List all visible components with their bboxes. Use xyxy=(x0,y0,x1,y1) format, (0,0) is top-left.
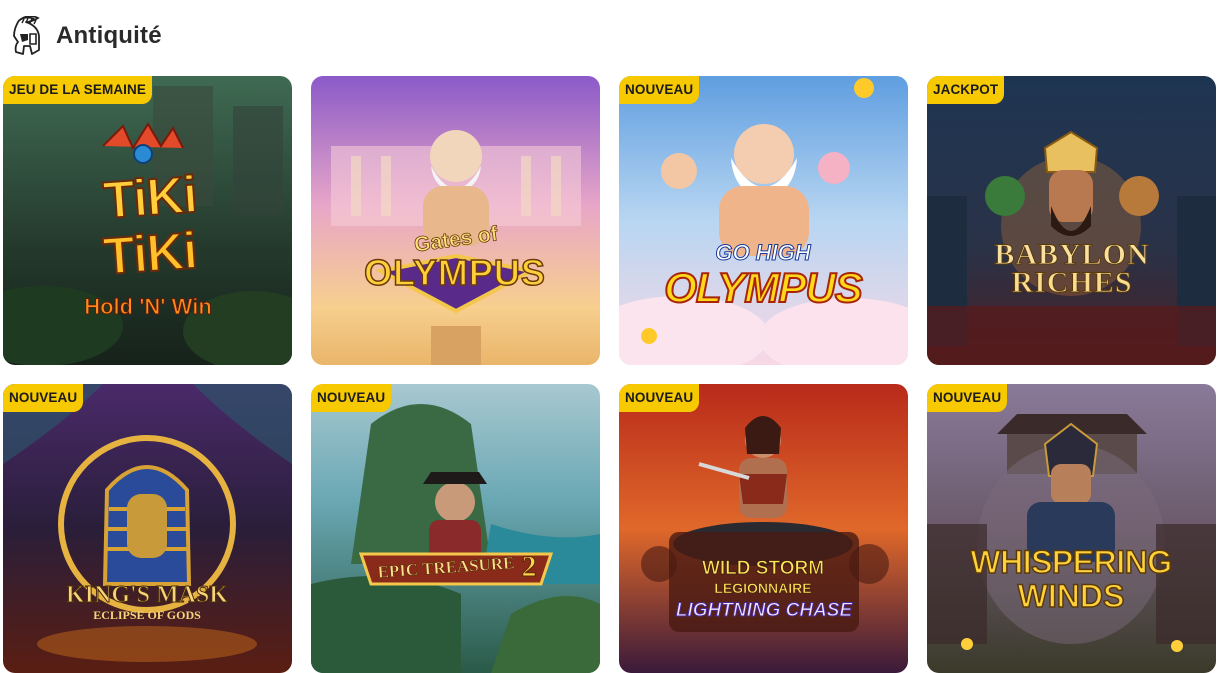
game-card-whispering-winds[interactable]: WHISPERING WINDS NOUVEAU xyxy=(927,384,1216,673)
game-badge: NOUVEAU xyxy=(3,384,84,412)
game-artwork xyxy=(3,384,292,673)
section-header: Antiquité xyxy=(8,14,162,58)
game-artwork xyxy=(311,76,600,365)
game-artwork xyxy=(619,384,908,673)
game-card-tiki-tiki[interactable]: TiKi TiKi Hold 'N' Win JEU DE LA SEMAINE xyxy=(3,76,292,365)
game-badge: NOUVEAU xyxy=(619,76,700,104)
game-badge: NOUVEAU xyxy=(927,384,1008,412)
game-artwork xyxy=(927,384,1216,673)
game-badge: NOUVEAU xyxy=(311,384,392,412)
spartan-helmet-icon xyxy=(13,16,40,55)
logo-line-2: ECLIPSE OF GODS xyxy=(93,608,201,622)
logo-line-2: OLYMPUS xyxy=(663,263,864,312)
logo-line-1: GO HIGH xyxy=(715,240,811,266)
logo-line-2: OLYMPUS xyxy=(363,251,546,294)
logo-line-1: WHISPERING xyxy=(970,543,1173,581)
game-card-babylon-riches[interactable]: BABYLON RICHES JACKPOT xyxy=(927,76,1216,365)
logo-line-2: 2 xyxy=(521,550,537,584)
logo-line-2: WINDS xyxy=(1017,577,1125,615)
logo-line-3: LIGHTNING CHASE xyxy=(675,600,853,622)
game-artwork xyxy=(927,76,1216,365)
section-title: Antiquité xyxy=(56,22,162,49)
game-card-wild-storm-legionnaire[interactable]: WILD STORM LEGIONNAIRE LIGHTNING CHASE N… xyxy=(619,384,908,673)
game-badge: JACKPOT xyxy=(927,76,1005,104)
game-grid: TiKi TiKi Hold 'N' Win JEU DE LA SEMAINE xyxy=(3,76,1219,673)
logo-line-1: WILD STORM xyxy=(701,558,825,580)
game-badge: JEU DE LA SEMAINE xyxy=(3,76,152,104)
game-card-epic-treasure-2[interactable]: EPIC TREASURE 2 NOUVEAU xyxy=(311,384,600,673)
logo-line-2: RICHES xyxy=(1011,266,1133,300)
game-artwork xyxy=(311,384,600,673)
game-badge: NOUVEAU xyxy=(619,384,700,412)
logo-line-2: TiKi xyxy=(100,221,199,287)
logo-line-2: LEGIONNAIRE xyxy=(714,580,812,597)
game-card-go-high-olympus[interactable]: GO HIGH OLYMPUS NOUVEAU xyxy=(619,76,908,365)
logo-line-1: KING'S MASK xyxy=(65,582,229,609)
logo-line-3: Hold 'N' Win xyxy=(84,294,213,320)
game-artwork xyxy=(619,76,908,365)
game-card-kings-mask[interactable]: KING'S MASK ECLIPSE OF GODS NOUVEAU xyxy=(3,384,292,673)
game-card-gates-of-olympus[interactable]: Gates of OLYMPUS xyxy=(311,76,600,365)
